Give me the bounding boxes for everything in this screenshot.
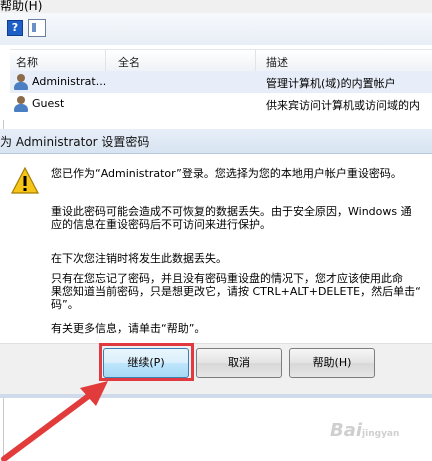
message-paragraph-4c: 码”。 (51, 298, 79, 311)
message-paragraph-1: 您已作为“Administrator”登录。您选择为您的本地用户帐户重设密码。 (51, 167, 402, 180)
user-name[interactable]: Guest (32, 97, 64, 110)
column-description[interactable]: 描述 (266, 54, 288, 70)
column-name[interactable]: 名称 (16, 54, 38, 70)
warning-icon (11, 167, 39, 194)
highlight-box (99, 343, 194, 381)
cancel-button[interactable]: 取消 (196, 348, 282, 378)
message-paragraph-3: 在下次您注销时将发生此数据丢失。 (51, 252, 227, 265)
user-icon (13, 96, 29, 112)
message-paragraph-4b: 果您知道当前密码，只是想更改它，请按 CTRL+ALT+DELETE，然后单击“ (51, 285, 421, 298)
help-icon[interactable]: ? (7, 20, 23, 36)
user-description: 供来宾访问计算机或访问域的内 (266, 99, 420, 112)
menu-bar: 帮助(H) (0, 0, 432, 13)
column-fullname[interactable]: 全名 (118, 54, 140, 70)
show-hide-panel-icon[interactable] (28, 19, 46, 37)
dialog-title: 为 Administrator 设置密码 (0, 135, 150, 149)
user-name[interactable]: Administrat... (32, 75, 106, 88)
menu-help[interactable]: 帮助(H) (0, 0, 42, 14)
column-header: 名称 全名 描述 (10, 49, 432, 73)
message-paragraph-2b: 应的信息在重设密码后不可访问来进行保护。 (51, 218, 271, 231)
dialog-title-bar[interactable]: 为 Administrator 设置密码 (0, 129, 432, 154)
user-description: 管理计算机(域)的内置帐户 (266, 77, 396, 90)
message-paragraph-4a: 只有在您忘记了密码，并且没有密码重设盘的情况下，您才应该使用此命 (51, 272, 403, 285)
watermark-logo: Baijingyan (330, 420, 400, 441)
message-paragraph-5: 有关更多信息，请单击“帮助”。 (51, 322, 206, 335)
user-icon (13, 74, 29, 90)
message-paragraph-2a: 重设此密码可能会造成不可恢复的数据丢失。由于安全原因，Windows 通 (51, 205, 412, 218)
annotation-arrow-icon (1, 381, 108, 461)
help-button[interactable]: 帮助(H) (289, 348, 375, 378)
toolbar (0, 13, 432, 46)
